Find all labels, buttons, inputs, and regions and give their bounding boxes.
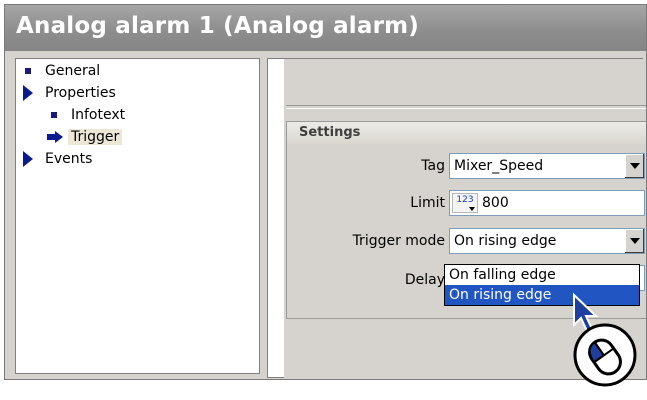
- delay-label: Delay: [404, 272, 445, 288]
- window-title: Analog alarm 1 (Analog alarm): [16, 13, 420, 39]
- tag-combobox[interactable]: Mixer_Speed: [449, 153, 645, 179]
- tree-item-label: Infotext: [71, 107, 126, 123]
- tree-item-properties[interactable]: Properties: [23, 82, 119, 104]
- square-bullet-icon: [51, 112, 57, 118]
- expand-triangle-icon[interactable]: [23, 151, 33, 167]
- settings-title: Settings: [299, 125, 361, 140]
- limit-value: 800: [482, 195, 509, 211]
- tag-value: Mixer_Speed: [454, 158, 544, 174]
- chevron-down-icon[interactable]: [624, 229, 644, 253]
- tree-item-label: General: [45, 63, 101, 79]
- limit-label: Limit: [410, 195, 445, 211]
- tree-item-label: Events: [45, 151, 93, 167]
- limit-input[interactable]: 123 800: [449, 190, 645, 216]
- trigger-mode-value: On rising edge: [454, 233, 557, 249]
- tree-item-trigger[interactable]: Trigger: [47, 126, 123, 148]
- tree-item-general[interactable]: General: [25, 60, 103, 82]
- square-bullet-icon: [25, 68, 31, 74]
- title-bar: Analog alarm 1 (Analog alarm): [5, 5, 646, 51]
- tree-item-label: Trigger: [68, 129, 123, 145]
- navigation-tree: General Properties Infotext Trigger Even…: [15, 58, 260, 374]
- trigger-mode-combobox[interactable]: On rising edge: [449, 228, 645, 254]
- tree-item-infotext[interactable]: Infotext: [51, 104, 128, 126]
- numeric-format-icon[interactable]: 123: [452, 193, 478, 213]
- mouse-click-icon: [573, 292, 637, 387]
- arrow-right-icon: [47, 131, 63, 143]
- tag-label: Tag: [421, 158, 445, 174]
- expand-triangle-icon[interactable]: [23, 85, 33, 101]
- tree-item-label: Properties: [45, 85, 116, 101]
- settings-header: Settings: [287, 122, 646, 144]
- properties-window: Analog alarm 1 (Analog alarm) General Pr…: [4, 4, 647, 380]
- chevron-down-icon[interactable]: [624, 154, 644, 178]
- option-on-falling-edge[interactable]: On falling edge: [445, 265, 639, 285]
- trigger-mode-label: Trigger mode: [352, 233, 445, 249]
- tree-item-events[interactable]: Events: [23, 148, 95, 170]
- divider: [286, 105, 646, 109]
